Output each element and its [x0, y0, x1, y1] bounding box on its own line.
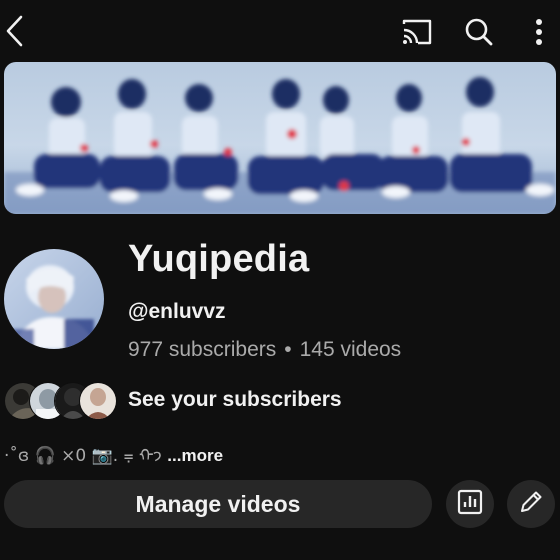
channel-stats: 977 subscribers • 145 videos [128, 338, 401, 362]
edit-pencil-icon [518, 489, 544, 520]
channel-description[interactable]: ·˚ɞ 🎧 ×0 📷. ⩦ ᡣ𐭩 ...more [4, 436, 223, 467]
search-icon[interactable] [460, 14, 498, 50]
stats-separator: • [284, 338, 292, 361]
subscriber-avatar [79, 382, 117, 420]
channel-banner [4, 62, 556, 214]
channel-handle: @enluvvz [128, 300, 226, 323]
channel-avatar[interactable] [4, 249, 104, 349]
back-arrow-icon[interactable] [2, 12, 28, 50]
description-text: ·˚ɞ 🎧 ×0 📷. ⩦ ᡣ𐭩 [4, 446, 162, 466]
see-subscribers-link[interactable]: See your subscribers [128, 388, 342, 412]
subscriber-count: 977 subscribers [128, 338, 277, 361]
edit-channel-button[interactable] [507, 480, 555, 528]
analytics-icon [457, 489, 483, 520]
cast-icon[interactable] [398, 14, 436, 50]
subscriber-avatars[interactable] [4, 382, 117, 420]
description-more-link[interactable]: ...more [167, 446, 223, 465]
manage-videos-button[interactable]: Manage videos [4, 480, 432, 528]
channel-name: Yuqipedia [128, 238, 310, 280]
analytics-button[interactable] [446, 480, 494, 528]
top-app-bar [0, 0, 560, 62]
video-count: 145 videos [299, 338, 402, 361]
more-vert-icon[interactable] [522, 14, 556, 50]
